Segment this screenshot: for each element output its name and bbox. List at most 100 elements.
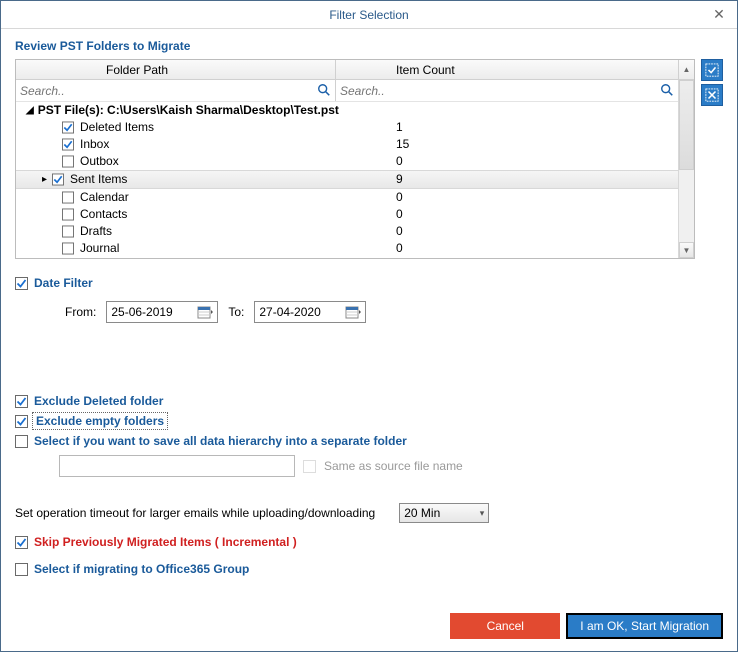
date-filter-row: Date Filter — [15, 276, 723, 290]
folder-checkbox[interactable] — [62, 139, 74, 151]
exclude-deleted-row: Exclude Deleted folder — [15, 394, 723, 408]
date-filter-checkbox[interactable] — [15, 277, 28, 290]
expand-icon[interactable]: ◢ — [26, 102, 34, 119]
from-label: From: — [65, 305, 96, 319]
vertical-scrollbar[interactable]: ▼ — [678, 80, 694, 258]
to-date-input[interactable]: 27-04-2020 — [254, 301, 366, 323]
calendar-icon[interactable] — [345, 304, 361, 320]
scroll-down-button[interactable]: ▼ — [679, 242, 694, 258]
tree-item[interactable]: Deleted Items 1 — [16, 119, 678, 136]
select-all-button[interactable] — [701, 59, 723, 81]
o365-group-checkbox[interactable] — [15, 563, 28, 576]
tree-search-row — [16, 80, 678, 102]
save-hierarchy-label: Select if you want to save all data hier… — [34, 434, 407, 448]
count-search-input[interactable] — [336, 82, 678, 100]
close-icon[interactable]: ✕ — [709, 5, 729, 25]
item-count: 0 — [336, 189, 678, 206]
start-migration-button[interactable]: I am OK, Start Migration — [566, 613, 723, 639]
item-count: 15 — [336, 136, 678, 153]
date-filter-label: Date Filter — [34, 276, 93, 290]
tree-item[interactable]: ▸ Sent Items 9 — [16, 170, 678, 189]
timeout-select[interactable]: 20 Min ▾ — [399, 503, 489, 523]
folder-label: Journal — [80, 240, 119, 257]
folder-tree: Folder Path Item Count ▲ — [15, 59, 695, 259]
item-count: 9 — [336, 171, 678, 188]
to-date-value: 27-04-2020 — [259, 305, 320, 319]
root-label: PST File(s): C:\Users\Kaish Sharma\Deskt… — [38, 102, 339, 119]
same-as-source-label: Same as source file name — [324, 459, 463, 473]
tree-item[interactable]: Calendar 0 — [16, 189, 678, 206]
tree-item[interactable]: Contacts 0 — [16, 206, 678, 223]
from-date-value: 25-06-2019 — [111, 305, 172, 319]
timeout-row: Set operation timeout for larger emails … — [15, 503, 723, 523]
tree-item[interactable]: Outbox 0 — [16, 153, 678, 170]
search-icon[interactable] — [317, 83, 331, 97]
save-hierarchy-checkbox[interactable] — [15, 435, 28, 448]
tree-root[interactable]: ◢PST File(s): C:\Users\Kaish Sharma\Desk… — [16, 102, 678, 119]
tree-column-header: Folder Path Item Count ▲ — [16, 60, 694, 80]
dialog-footer: Cancel I am OK, Start Migration — [15, 595, 723, 639]
deselect-all-button[interactable] — [701, 84, 723, 106]
o365-group-row: Select if migrating to Office365 Group — [15, 562, 723, 576]
folder-label: Deleted Items — [80, 119, 154, 136]
dialog-content: Review PST Folders to Migrate Folder Pat… — [1, 29, 737, 651]
folder-checkbox[interactable] — [62, 156, 74, 168]
exclude-deleted-label: Exclude Deleted folder — [34, 394, 163, 408]
save-hierarchy-row: Select if you want to save all data hier… — [15, 434, 723, 448]
row-indicator-icon: ▸ — [42, 171, 52, 188]
column-folder-path[interactable]: Folder Path — [16, 60, 336, 79]
item-count: 0 — [336, 223, 678, 240]
folder-checkbox[interactable] — [62, 243, 74, 255]
calendar-icon[interactable] — [197, 304, 213, 320]
exclude-empty-row: Exclude empty folders — [15, 414, 723, 428]
skip-migrated-label: Skip Previously Migrated Items ( Increme… — [34, 535, 297, 549]
column-item-count[interactable]: Item Count — [336, 60, 678, 79]
exclude-empty-checkbox[interactable] — [15, 415, 28, 428]
folder-checkbox[interactable] — [62, 209, 74, 221]
timeout-value: 20 Min — [404, 506, 440, 520]
chevron-down-icon: ▾ — [480, 508, 485, 519]
exclude-empty-label: Exclude empty folders — [34, 414, 166, 428]
timeout-label: Set operation timeout for larger emails … — [15, 506, 375, 520]
exclude-deleted-checkbox[interactable] — [15, 395, 28, 408]
item-count: 0 — [336, 240, 678, 257]
item-count: 0 — [336, 206, 678, 223]
scroll-up-button[interactable]: ▲ — [678, 60, 694, 79]
item-count: 0 — [336, 257, 678, 258]
folder-label: Outbox — [80, 153, 119, 170]
titlebar: Filter Selection ✕ — [1, 1, 737, 29]
tree-item[interactable]: Notes 0 — [16, 257, 678, 258]
tree-rows[interactable]: ◢PST File(s): C:\Users\Kaish Sharma\Desk… — [16, 102, 678, 258]
window-title: Filter Selection — [329, 8, 408, 22]
folder-search-input[interactable] — [16, 82, 335, 100]
folder-label: Inbox — [80, 136, 109, 153]
skip-migrated-row: Skip Previously Migrated Items ( Increme… — [15, 535, 723, 549]
selection-side-buttons — [701, 59, 723, 259]
o365-group-label: Select if migrating to Office365 Group — [34, 562, 249, 576]
folder-checkbox[interactable] — [62, 226, 74, 238]
folder-label: Sent Items — [70, 171, 127, 188]
tree-item[interactable]: Inbox 15 — [16, 136, 678, 153]
from-date-input[interactable]: 25-06-2019 — [106, 301, 218, 323]
date-range-row: From: 25-06-2019 To: 27-04-2020 — [65, 301, 723, 323]
tree-item[interactable]: Journal 0 — [16, 240, 678, 257]
filter-selection-dialog: Filter Selection ✕ Review PST Folders to… — [0, 0, 738, 652]
item-count: 1 — [336, 119, 678, 136]
to-label: To: — [228, 305, 244, 319]
folder-label: Drafts — [80, 223, 112, 240]
skip-migrated-checkbox[interactable] — [15, 536, 28, 549]
hierarchy-folder-input[interactable] — [59, 455, 295, 477]
folder-label: Notes — [80, 257, 111, 258]
section-header: Review PST Folders to Migrate — [15, 39, 723, 53]
folder-checkbox[interactable] — [62, 192, 74, 204]
item-count: 0 — [336, 153, 678, 170]
folder-checkbox[interactable] — [52, 174, 64, 186]
folder-checkbox[interactable] — [62, 122, 74, 134]
same-as-source-checkbox[interactable] — [303, 460, 316, 473]
scrollbar-thumb[interactable] — [679, 80, 694, 170]
tree-item[interactable]: Drafts 0 — [16, 223, 678, 240]
folder-label: Contacts — [80, 206, 127, 223]
cancel-button[interactable]: Cancel — [450, 613, 560, 639]
search-icon[interactable] — [660, 83, 674, 97]
folder-label: Calendar — [80, 189, 129, 206]
